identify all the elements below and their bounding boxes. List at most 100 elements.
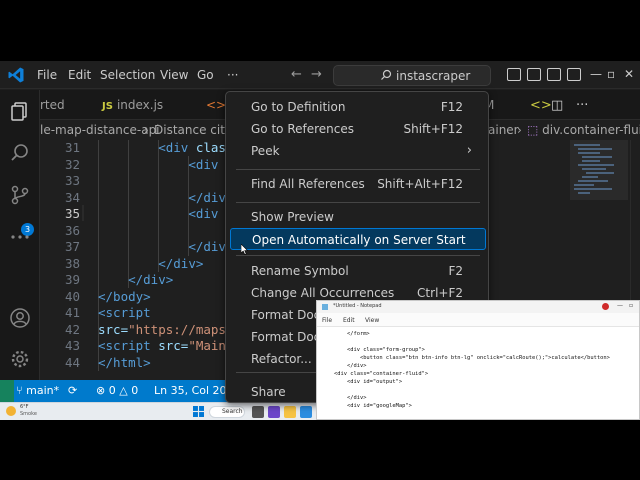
context-menu-item[interactable]: Find All References Shift+Alt+F12 [230,173,486,195]
menu-go[interactable]: Go [197,68,214,82]
code-line: </div> [98,190,233,207]
html-file-icon: <> [206,98,227,112]
menu-edit[interactable]: Edit [68,68,91,82]
code-line: src="https://maps.g [98,322,241,339]
menu-item-shortcut: Shift+Alt+F12 [377,177,463,191]
source-control-icon[interactable] [9,184,31,206]
notepad-maximize-icon[interactable]: ▫ [629,302,633,309]
close-icon[interactable]: ✕ [624,67,634,81]
breadcrumb-folder[interactable]: le-map-distance-api [40,120,160,140]
more-actions-icon[interactable]: ··· [576,98,588,113]
preview-icon[interactable]: <> [530,98,552,113]
weather-icon[interactable] [6,406,16,416]
line-number: 38 [64,255,80,271]
context-menu-item[interactable]: Show Preview [230,206,486,228]
line-number: 39 [64,272,80,287]
split-editor-icon[interactable]: ◫ [551,98,563,113]
command-center-text: instascraper [396,69,471,83]
maximize-icon[interactable]: ▫ [607,67,615,81]
edge-icon[interactable] [300,406,312,418]
notepad-text-line: <button class="btn btn-info btn-lg" oncl… [321,355,610,361]
customize-layout-icon[interactable] [567,68,581,81]
cursor-position[interactable]: Ln 35, Col 20 [154,384,227,397]
account-icon[interactable] [9,307,31,329]
toggle-secondary-sidebar-icon[interactable] [547,68,561,81]
notepad-text-line: <div class="container-fluid"> [321,371,429,377]
activity-bar: 3 [0,90,40,380]
code-line: <script [98,305,151,322]
menu-item-label: Go to References [251,122,354,136]
task-view-icon[interactable] [252,406,264,418]
code-line: </body> [98,289,151,306]
search-activity-icon[interactable] [9,142,31,164]
windows-start-icon[interactable] [193,406,204,417]
notepad-menu-view[interactable]: View [365,317,379,324]
mouse-cursor-icon [241,244,249,255]
explorer-icon[interactable] [9,100,31,122]
notepad-title-bar: *Untitled - Notepad — ▫ [317,301,639,313]
code-line: <div class= [98,140,241,157]
code-tag: <div [158,140,196,155]
context-menu-item[interactable]: Go to Definition F12 [230,96,486,118]
more-views-icon[interactable] [9,226,31,248]
forward-arrow-icon[interactable]: → [311,67,322,82]
context-menu-item[interactable]: Peek › [230,140,486,162]
breadcrumb-separator: › [517,123,522,137]
element-icon: ⬚ [527,123,543,137]
remote-indicator[interactable] [0,380,14,402]
line-number: 34 [64,189,80,205]
tab-label: rted [40,98,65,112]
notepad-window[interactable]: *Untitled - Notepad — ▫ File Edit View <… [316,300,640,420]
menu-item-shortcut: F12 [440,100,463,114]
code-line: <script src="Main.j [98,338,241,355]
minimize-icon[interactable]: — [590,67,602,81]
notepad-text-line: <div class="form-group"> [321,347,425,353]
toggle-sidebar-icon[interactable] [507,68,521,81]
notepad-menu-file[interactable]: File [322,317,332,324]
error-icon: ⊗ [96,384,109,397]
breadcrumb-element-label: div.container-fluid [542,123,640,137]
menu-selection[interactable]: Selection [100,68,155,82]
branch-status[interactable]: ⑂ main* [16,384,59,397]
code-line: <div id [98,206,241,223]
breadcrumb-element[interactable]: ⬚ div.container-fluid [527,120,640,140]
code-line: </div> [98,272,173,289]
notepad-minimize-icon[interactable]: — [617,302,623,309]
context-menu-item[interactable]: Go to References Shift+F12 [230,118,486,140]
command-center-search[interactable]: instascraper [333,65,491,86]
line-number: 37 [64,239,80,254]
gear-icon[interactable] [9,348,31,370]
tab-get-started[interactable]: rted [40,90,65,120]
code-tag: <script [98,305,151,320]
tab-index-js[interactable]: JS index.js [102,90,163,120]
menu-file[interactable]: File [37,68,57,82]
notepad-menu-edit[interactable]: Edit [343,317,355,324]
toggle-panel-icon[interactable] [527,68,541,81]
problems-status[interactable]: ⊗ 0 △ 0 [96,384,138,397]
notepad-text-line: </div> [321,363,367,369]
line-number: 44 [64,354,80,370]
context-menu-item[interactable]: Rename Symbol F2 [230,260,486,282]
letterbox-bottom [0,420,640,480]
menu-view[interactable]: View [160,68,188,82]
code-attribute: src= [98,321,129,337]
weather-condition: Smoke [20,411,37,417]
file-explorer-icon[interactable] [284,406,296,418]
breadcrumb-parent-element[interactable]: ainer [488,120,519,140]
line-number: 40 [64,288,80,304]
back-arrow-icon[interactable]: ← [291,67,302,82]
code-tag: <div [188,156,226,172]
notepad-text-line: <div id="output"> [321,379,403,385]
code-tag: </div> [128,272,174,287]
sync-icon[interactable]: ⟳ [68,384,77,397]
taskbar-search[interactable]: Search [209,406,245,418]
context-menu-item[interactable]: Open Automatically on Server Start [230,228,486,250]
menu-more[interactable]: ··· [227,68,238,82]
tab-html[interactable]: <> [206,90,226,120]
menu-item-label: Open Automatically on Server Start [252,233,466,247]
teams-icon[interactable] [268,406,280,418]
